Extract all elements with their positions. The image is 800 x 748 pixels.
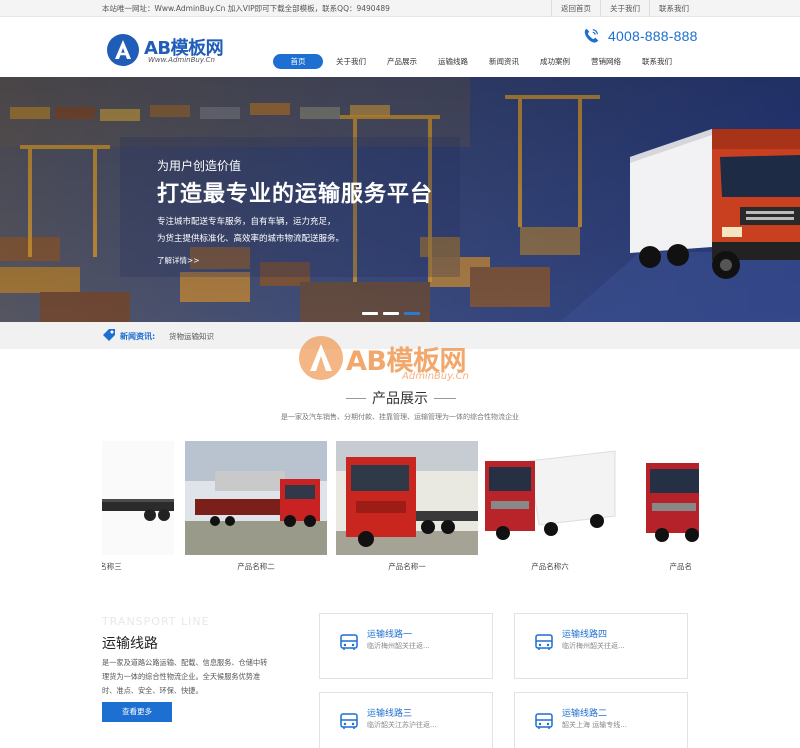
home-link[interactable]: 返回首页 — [551, 0, 600, 17]
header: AB模板网 Www.AdminBuy.Cn 4008-888-888 首页 关于… — [0, 17, 800, 77]
slider-dot-3[interactable] — [404, 312, 420, 315]
product-card[interactable]: 产品名称六 — [479, 441, 621, 576]
truck-illustration — [630, 129, 800, 279]
route-description: 临沂梅州韶关往返... — [562, 642, 625, 650]
product-name: 产品名称六 — [531, 562, 569, 571]
route-description: 韶关上海 运输专线... — [562, 721, 627, 729]
view-more-button[interactable]: 查看更多 — [102, 702, 172, 722]
product-name: 产品名称二 — [237, 562, 275, 571]
product-card[interactable]: 产品名称二 — [185, 441, 327, 576]
slider-dot-1[interactable] — [362, 312, 378, 315]
route-title: 运输线路四 — [562, 630, 608, 640]
bus-icon — [340, 713, 358, 729]
nav-item-products[interactable]: 产品展示 — [380, 54, 424, 69]
slider-dot-2[interactable] — [383, 312, 399, 315]
route-description: 临沂梅州韶关往返... — [367, 642, 430, 650]
route-title: 运输线路二 — [562, 709, 608, 719]
product-card[interactable]: 产品名称一 — [336, 441, 478, 576]
hero-banner[interactable]: 为用户创造价值 打造最专业的运输服务平台 专注城市配送专车服务，自有车辆，运力充… — [0, 77, 800, 322]
products-title: 产品展示 — [0, 388, 800, 408]
banner-tagline: 为用户创造价值 — [157, 159, 242, 173]
route-card[interactable]: 运输线路四 临沂梅州韶关往返... — [514, 613, 688, 679]
banner-description-line2: 为货主提供标准化、高效率的城市物流配送服务。 — [157, 234, 345, 244]
phone-number: 4008-888-888 — [608, 28, 698, 44]
transport-title: 运输线路 — [102, 636, 158, 652]
product-image — [479, 441, 621, 555]
banner-description-line1: 专注城市配送专车服务，自有车辆，运力充足， — [157, 217, 336, 227]
product-name: 产品名 — [669, 562, 693, 571]
watermark-logo-icon — [299, 336, 343, 380]
nav-item-contact[interactable]: 联系我们 — [635, 54, 679, 69]
site-logo[interactable]: AB模板网 Www.AdminBuy.Cn — [106, 33, 246, 67]
about-link[interactable]: 关于我们 — [600, 0, 649, 17]
nav-item-routes[interactable]: 运输线路 — [431, 54, 475, 69]
nav-item-news[interactable]: 新闻资讯 — [482, 54, 526, 69]
product-image — [336, 441, 478, 555]
phone-icon — [584, 28, 599, 43]
banner-headline: 打造最专业的运输服务平台 — [157, 182, 434, 207]
route-title: 运输线路三 — [367, 709, 413, 719]
bus-icon — [340, 634, 358, 650]
transport-english-title: TRANSPORT LINE — [102, 615, 210, 628]
product-image — [185, 441, 327, 555]
nav-item-network[interactable]: 营销网络 — [584, 54, 628, 69]
nav-item-about[interactable]: 关于我们 — [329, 54, 373, 69]
slider-dots — [362, 312, 425, 315]
bus-icon — [535, 634, 553, 650]
nav-item-cases[interactable]: 成功案例 — [533, 54, 577, 69]
transport-description: 是一家及道路公路运输、配载、信息服务、仓储中转理货为一体的综合性物流企业。全天候… — [102, 658, 268, 695]
contact-link[interactable]: 联系我们 — [649, 0, 698, 17]
news-label: 新闻资讯: — [120, 332, 156, 341]
route-description: 临沂韶关江苏沪往返... — [367, 721, 437, 729]
watermark-subtext: AdminBuy.Cn — [402, 371, 469, 382]
hotline: 4008-888-888 — [582, 26, 698, 46]
route-title: 运输线路一 — [367, 630, 413, 640]
logo-subtext: Www.AdminBuy.Cn — [148, 56, 215, 64]
route-card[interactable]: 运输线路三 临沂韶关江苏沪往返... — [319, 692, 493, 748]
main-nav: 首页 关于我们 产品展示 运输线路 新闻资讯 成功案例 营销网络 联系我们 — [273, 54, 679, 69]
product-image — [102, 441, 174, 555]
tag-icon — [103, 329, 115, 341]
site-notice: 本站唯一网址：Www.AdminBuy.Cn 加入VIP即可下载全部模板，联系Q… — [102, 4, 390, 13]
bus-icon — [535, 713, 553, 729]
route-card[interactable]: 运输线路一 临沂梅州韶关往返... — [319, 613, 493, 679]
product-card[interactable]: 产品名 — [632, 441, 699, 576]
logo-icon — [107, 34, 139, 66]
product-carousel: 产品名称三 产品名称二 — [102, 441, 699, 576]
nav-item-home[interactable]: 首页 — [273, 54, 323, 69]
top-bar: 本站唯一网址：Www.AdminBuy.Cn 加入VIP即可下载全部模板，联系Q… — [0, 0, 800, 17]
product-card[interactable]: 产品名称三 — [102, 441, 174, 576]
product-image — [632, 441, 699, 555]
product-name: 产品名称三 — [102, 562, 122, 571]
route-card[interactable]: 运输线路二 韶关上海 运输专线... — [514, 692, 688, 748]
top-links: 返回首页 关于我们 联系我们 — [551, 0, 698, 17]
product-name: 产品名称一 — [388, 562, 426, 571]
products-subtitle: 是一家及汽车销售、分期付款、挂靠管理、运输管理为一体的综合性物流企业 — [281, 413, 519, 421]
banner-more-link[interactable]: 了解详情>> — [157, 255, 200, 266]
news-headline[interactable]: 货物运输知识 — [169, 331, 214, 342]
